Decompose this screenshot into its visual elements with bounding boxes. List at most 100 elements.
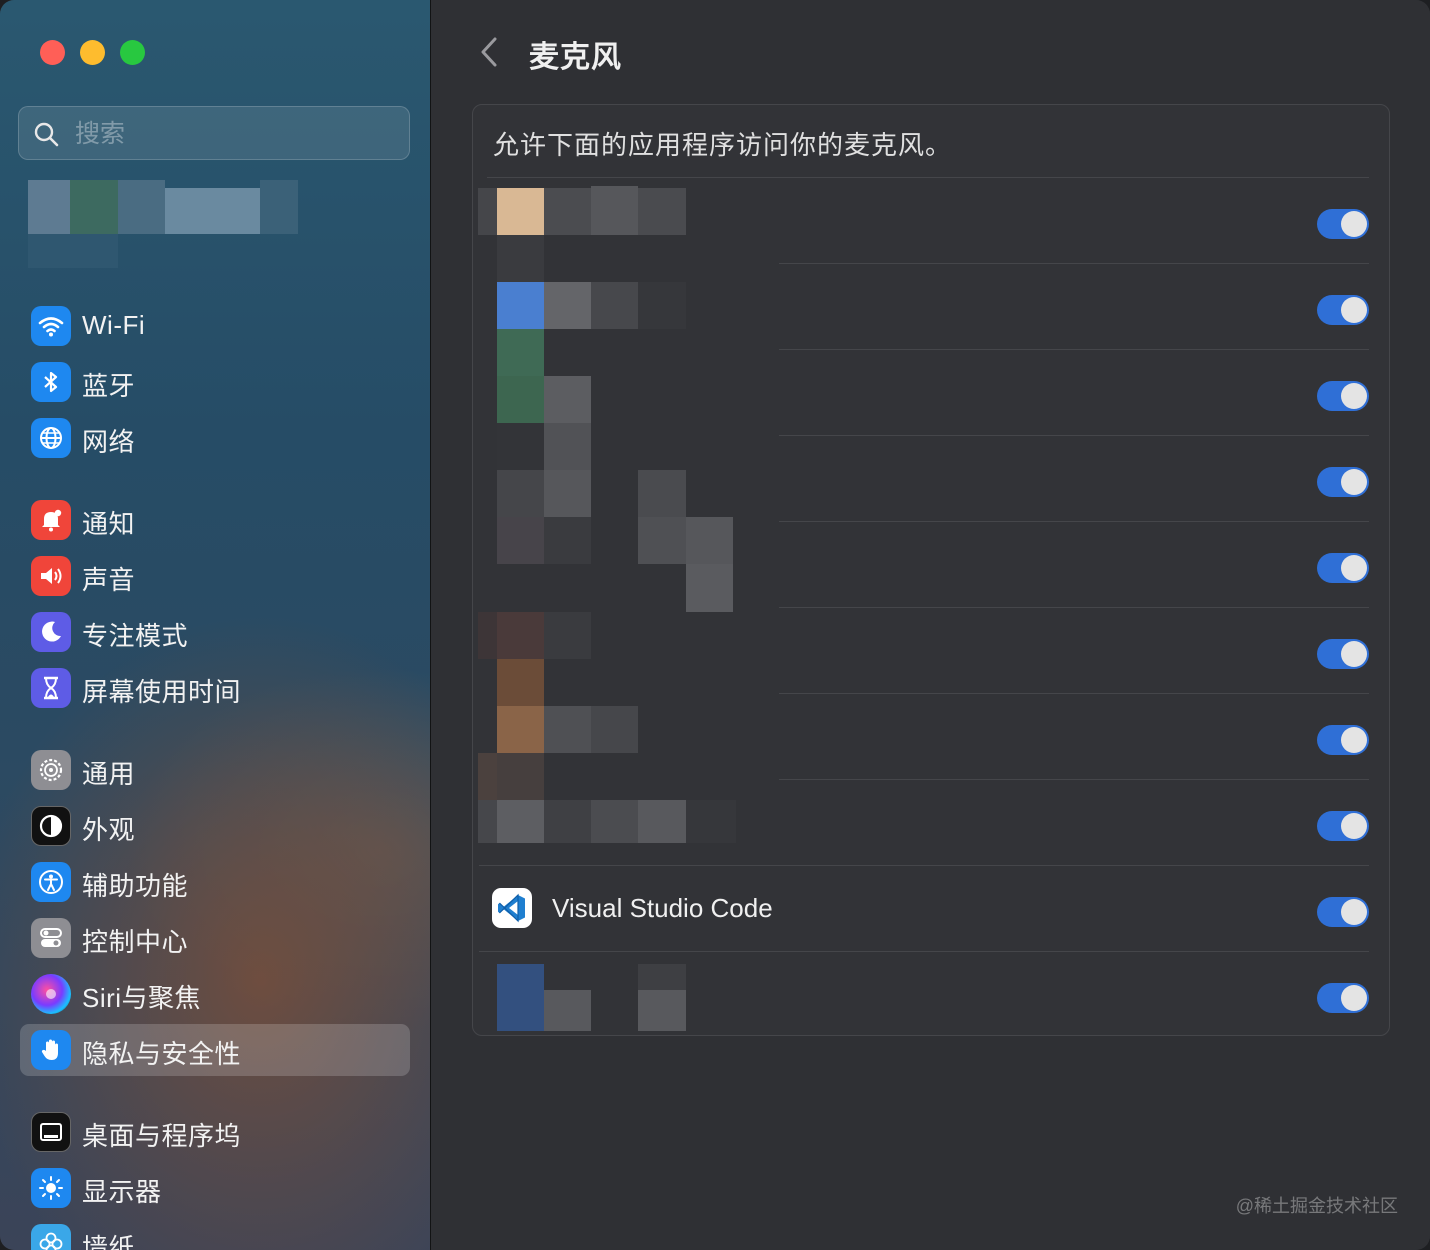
appearance-icon [31,806,71,846]
app-toggle[interactable] [1317,639,1369,669]
zoom-button[interactable] [120,40,145,65]
sidebar-item-desktop-dock[interactable]: 桌面与程序坞 [20,1106,410,1158]
siri-icon [31,974,71,1014]
wifi-icon [31,306,71,346]
sidebar: Wi-Fi 蓝牙 网络 通知 声音 [0,0,431,1250]
sidebar-item-general[interactable]: 通用 [20,744,410,796]
traffic-lights [40,40,145,65]
app-row [479,349,1369,435]
app-row [479,263,1369,349]
app-toggle[interactable] [1317,725,1369,755]
moon-icon [31,612,71,652]
toggle-knob [1341,555,1367,581]
sidebar-item-label: 隐私与安全性 [82,1039,242,1069]
hand-icon [31,1030,71,1070]
back-button[interactable] [471,32,507,72]
sidebar-item-siri[interactable]: Siri与聚焦 [20,968,410,1020]
row-divider [487,177,1369,178]
app-name: Visual Studio Code [552,893,773,923]
sidebar-item-screen-time[interactable]: 屏幕使用时间 [20,662,410,714]
sidebar-item-control-center[interactable]: 控制中心 [20,912,410,964]
close-button[interactable] [40,40,65,65]
app-row [479,177,1369,263]
sidebar-item-label: Siri与聚焦 [82,983,202,1013]
sidebar-item-label: 桌面与程序坞 [82,1121,242,1151]
toggle-knob [1341,813,1367,839]
chevron-left-icon [481,37,497,67]
app-toggle[interactable] [1317,811,1369,841]
app-row-vscode: Visual Studio Code [479,865,1369,951]
toggle-knob [1341,383,1367,409]
sidebar-item-wifi[interactable]: Wi-Fi [20,300,410,352]
app-toggle[interactable] [1317,295,1369,325]
sidebar-item-label: 屏幕使用时间 [82,677,242,707]
sidebar-item-label: 声音 [82,565,136,595]
search-input[interactable] [73,107,397,161]
gear-icon [31,750,71,790]
row-divider [779,779,1369,780]
speaker-icon [31,556,71,596]
main-pane: 麦克风 允许下面的应用程序访问你的麦克风。 Visual Studio Code… [431,0,1430,1250]
account-blurred[interactable] [28,180,298,270]
row-divider [779,607,1369,608]
sidebar-item-network[interactable]: 网络 [20,412,410,464]
minimize-button[interactable] [80,40,105,65]
app-permissions-panel: 允许下面的应用程序访问你的麦克风。 Visual Studio Code [472,104,1390,1036]
sidebar-item-wallpaper[interactable]: 墙纸 [20,1218,410,1250]
sidebar-item-label: 显示器 [82,1177,162,1207]
dock-icon [31,1112,71,1152]
row-divider [779,263,1369,264]
app-row [479,435,1369,521]
sidebar-item-label: 专注模式 [82,621,189,651]
toggle-knob [1341,297,1367,323]
toggle-knob [1341,211,1367,237]
app-toggle[interactable] [1317,983,1369,1013]
sidebar-item-label: 控制中心 [82,927,189,957]
bell-icon [31,500,71,540]
sun-icon [31,1168,71,1208]
sidebar-item-label: 通知 [82,509,136,539]
settings-window: Wi-Fi 蓝牙 网络 通知 声音 [0,0,1430,1250]
search-icon [34,122,59,147]
watermark: @稀土掘金技术社区 [1235,1196,1398,1216]
app-row [479,521,1369,607]
sidebar-item-displays[interactable]: 显示器 [20,1162,410,1214]
app-toggle[interactable] [1317,553,1369,583]
page-title: 麦克风 [529,41,622,74]
row-divider [779,349,1369,350]
vscode-icon [492,888,532,928]
sidebar-item-bluetooth[interactable]: 蓝牙 [20,356,410,408]
row-divider [479,951,1369,952]
sidebar-item-label: Wi-Fi [82,310,146,340]
app-row [479,779,1369,865]
sidebar-item-label: 网络 [82,427,136,457]
row-divider [779,435,1369,436]
sidebar-item-label: 通用 [82,759,136,789]
app-row [479,951,1369,1037]
toggle-knob [1341,985,1367,1011]
panel-description: 允许下面的应用程序访问你的麦克风。 [493,130,953,160]
sidebar-item-label: 墙纸 [82,1233,136,1250]
row-divider [479,865,1369,866]
app-toggle[interactable] [1317,897,1369,927]
app-toggle[interactable] [1317,209,1369,239]
flower-icon [31,1224,71,1250]
app-toggle[interactable] [1317,467,1369,497]
sidebar-item-sound[interactable]: 声音 [20,550,410,602]
globe-icon [31,418,71,458]
toggle-knob [1341,899,1367,925]
toggle-knob [1341,641,1367,667]
sidebar-item-label: 辅助功能 [82,871,189,901]
toggles-icon [31,918,71,958]
search-field[interactable] [18,106,410,161]
app-row [479,693,1369,779]
app-toggle[interactable] [1317,381,1369,411]
toggle-knob [1341,469,1367,495]
sidebar-item-accessibility[interactable]: 辅助功能 [20,856,410,908]
hourglass-icon [31,668,71,708]
sidebar-item-notifications[interactable]: 通知 [20,494,410,546]
sidebar-item-focus[interactable]: 专注模式 [20,606,410,658]
sidebar-item-label: 蓝牙 [82,371,136,401]
sidebar-item-privacy[interactable]: 隐私与安全性 [20,1024,410,1076]
sidebar-item-appearance[interactable]: 外观 [20,800,410,852]
